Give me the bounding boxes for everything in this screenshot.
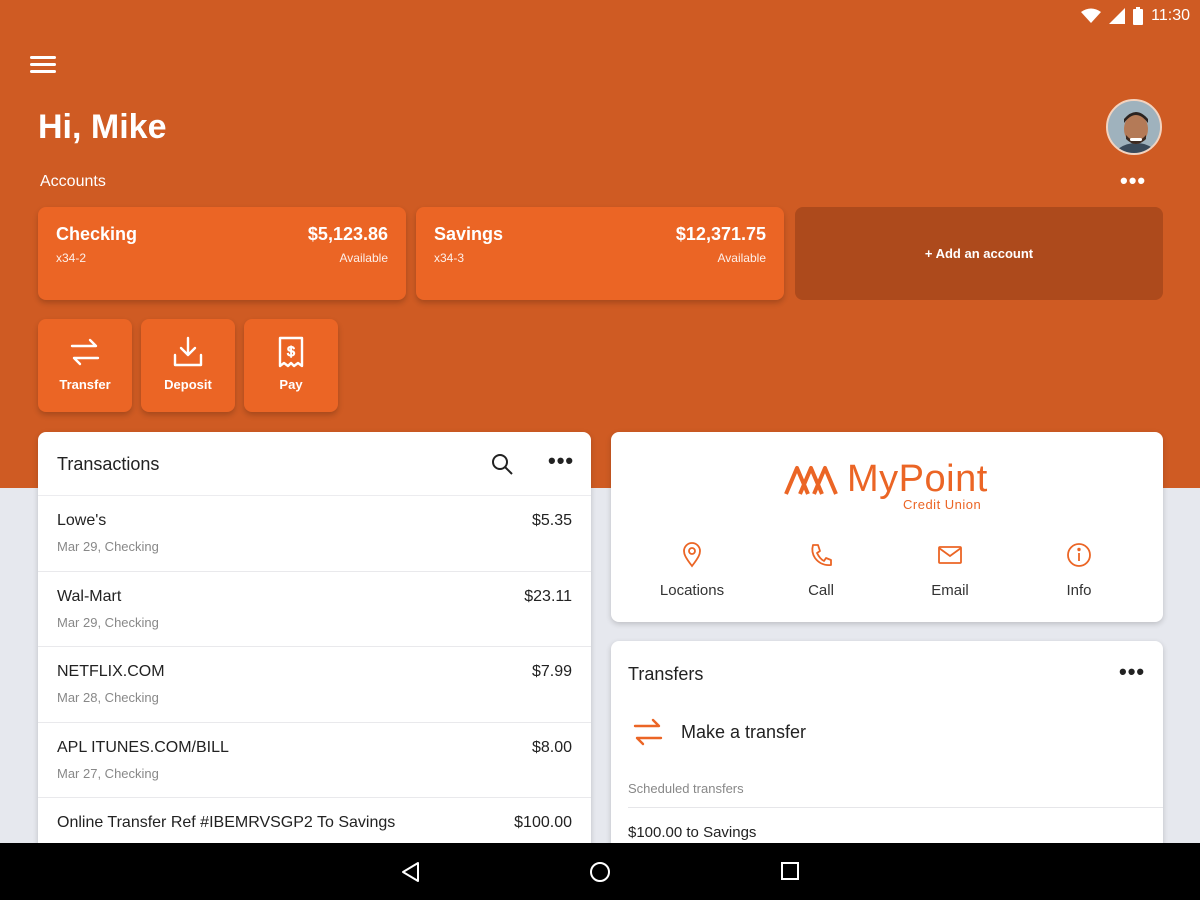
info-icon (1067, 543, 1091, 567)
transaction-meta: Mar 29, Checking (57, 614, 159, 630)
account-status: Available (339, 251, 388, 265)
transaction-row[interactable]: Wal-Mart Mar 29, Checking $23.11 (38, 570, 591, 647)
location-pin-icon (683, 542, 701, 568)
transfer-icon (633, 718, 663, 746)
logo-subtitle: Credit Union (903, 497, 982, 512)
transaction-amount: $8.00 (531, 738, 572, 756)
call-label: Call (808, 582, 834, 599)
transaction-amount: $5.35 (531, 512, 572, 529)
transfers-card: Transfers ••• Make a transfer Scheduled … (611, 641, 1163, 861)
email-label: Email (931, 582, 969, 599)
account-card-checking[interactable]: Checking x34-2 $5,123.86 Available (38, 207, 406, 300)
deposit-label: Deposit (164, 377, 212, 392)
account-balance: $5,123.86 (307, 224, 388, 244)
accounts-more-icon[interactable]: ••• (1120, 168, 1146, 194)
transaction-meta: Mar 29, Checking (57, 539, 159, 554)
home-icon[interactable] (589, 861, 611, 883)
transfer-button[interactable]: Transfer (38, 319, 132, 412)
account-balance: $12,371.75 (675, 224, 766, 244)
transaction-merchant: Online Transfer Ref #IBEMRVSGP2 To Savin… (57, 814, 396, 831)
account-card-savings[interactable]: Savings x34-3 $12,371.75 Available (416, 207, 784, 300)
navigation-bar (0, 843, 1200, 900)
scheduled-transfers-label: Scheduled transfers (628, 781, 744, 796)
pay-label: Pay (279, 377, 303, 392)
menu-icon[interactable] (30, 56, 56, 76)
battery-icon (1133, 7, 1144, 25)
svg-text:$: $ (287, 343, 295, 359)
deposit-icon (173, 336, 203, 367)
back-icon[interactable] (400, 861, 422, 883)
pay-button[interactable]: $ Pay (244, 319, 338, 412)
wifi-icon (1081, 8, 1102, 23)
signal-icon (1109, 8, 1126, 24)
transaction-meta: Mar 28, Checking (57, 690, 159, 705)
transaction-amount: $7.99 (531, 663, 572, 680)
locations-label: Locations (659, 582, 725, 599)
divider (628, 807, 1163, 808)
make-transfer-label: Make a transfer (681, 721, 807, 742)
status-time: 11:30 (1151, 7, 1190, 24)
account-name: Savings (434, 224, 504, 244)
email-button[interactable]: Email (890, 542, 1010, 599)
transaction-merchant: Wal-Mart (57, 587, 122, 605)
transactions-more-icon[interactable]: ••• (548, 448, 574, 474)
credit-union-card: MyPoint Credit Union Locations Call Emai… (611, 432, 1163, 622)
phone-icon (811, 544, 832, 567)
transaction-row[interactable]: NETFLIX.COM Mar 28, Checking $7.99 (38, 646, 591, 722)
bill-pay-icon: $ (278, 336, 304, 368)
greeting: Hi, Mike (38, 108, 167, 146)
transfers-title: Transfers (628, 664, 704, 684)
transaction-row[interactable]: APL ITUNES.COM/BILL Mar 27, Checking $8.… (38, 721, 591, 798)
search-icon[interactable] (490, 452, 514, 476)
user-avatar[interactable] (1106, 99, 1162, 155)
info-button[interactable]: Info (1019, 542, 1139, 599)
transfer-label: Transfer (59, 377, 111, 392)
transactions-title: Transactions (57, 454, 160, 474)
transaction-merchant: NETFLIX.COM (57, 663, 165, 680)
transaction-amount: $100.00 (514, 814, 572, 831)
logo-name: MyPoint (847, 458, 988, 500)
transaction-merchant: Lowe's (57, 512, 107, 529)
make-transfer-button[interactable]: Make a transfer (631, 715, 806, 749)
status-bar: 11:30 (1081, 4, 1190, 28)
transaction-merchant: APL ITUNES.COM/BILL (57, 738, 229, 756)
transaction-row[interactable]: Lowe's Mar 29, Checking $5.35 (38, 495, 591, 571)
account-number: x34-3 (434, 251, 465, 265)
email-icon (938, 546, 962, 564)
transaction-meta: Mar 27, Checking (57, 765, 159, 781)
accounts-label: Accounts (40, 173, 106, 190)
locations-button[interactable]: Locations (632, 542, 752, 599)
call-button[interactable]: Call (761, 542, 881, 599)
transfer-icon (70, 338, 100, 366)
scheduled-transfer-item[interactable]: $100.00 to Savings (628, 824, 756, 841)
info-label: Info (1066, 582, 1092, 599)
transaction-amount: $23.11 (524, 587, 572, 605)
add-account-button[interactable]: + Add an account (795, 207, 1163, 300)
account-status: Available (717, 251, 766, 265)
mypoint-logo: MyPoint Credit Union (783, 458, 1003, 520)
transactions-card: Transactions ••• Lowe's Mar 29, Checking… (38, 432, 591, 852)
account-number: x34-2 (56, 251, 87, 265)
account-name: Checking (56, 224, 138, 244)
logo-mark-icon (784, 466, 838, 495)
transfers-more-icon[interactable]: ••• (1119, 659, 1145, 685)
recents-icon[interactable] (780, 861, 800, 881)
deposit-button[interactable]: Deposit (141, 319, 235, 412)
transactions-list: Lowe's Mar 29, Checking $5.35 Wal-Mart M… (38, 495, 591, 852)
